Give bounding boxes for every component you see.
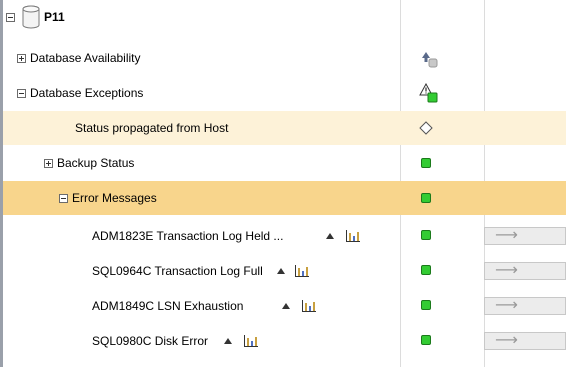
tree-row-label: ADM1849C LSN Exhaustion	[92, 299, 244, 313]
tree-row-backup-status[interactable]: Backup Status	[3, 146, 566, 180]
green-square-icon	[421, 335, 431, 345]
arrow-right-icon: ⟶	[495, 330, 518, 349]
dropdown-triangle-icon[interactable]	[326, 233, 334, 239]
tree-row-label: Error Messages	[72, 191, 157, 205]
bar-chart-icon[interactable]	[294, 264, 310, 278]
action-arrow-button[interactable]: ⟶	[484, 295, 566, 315]
dropdown-triangle-icon[interactable]	[277, 268, 285, 274]
warning-triangle-icon	[419, 83, 438, 103]
bar-chart-icon[interactable]	[345, 229, 361, 243]
tree-row-label: Database Exceptions	[30, 86, 144, 100]
tree-row-root[interactable]: P11	[3, 0, 566, 34]
green-square-icon	[421, 300, 431, 310]
green-square-icon	[421, 193, 431, 203]
tree-row-label: Status propagated from Host	[75, 121, 229, 135]
status-tree: P11 Database Availability Database Excep…	[0, 0, 566, 367]
tree-row-sql0964c[interactable]: SQL0964C Transaction Log Full ⟶	[3, 254, 566, 288]
green-square-icon	[421, 265, 431, 275]
collapse-toggle[interactable]	[17, 89, 26, 98]
bar-chart-icon[interactable]	[243, 334, 259, 348]
action-arrow-button[interactable]: ⟶	[484, 225, 566, 245]
bar-chart-icon[interactable]	[301, 299, 317, 313]
arrow-right-icon: ⟶	[495, 225, 518, 244]
tree-root-label: P11	[44, 10, 65, 24]
tree-row-error-messages[interactable]: Error Messages	[3, 181, 566, 215]
tree-row-adm1823e[interactable]: ADM1823E Transaction Log Held ... ⟶	[3, 219, 566, 253]
tree-row-adm1849c[interactable]: ADM1849C LSN Exhaustion ⟶	[3, 289, 566, 323]
tree-row-label: Database Availability	[30, 51, 141, 65]
tree-row-label: SQL0964C Transaction Log Full	[92, 264, 263, 278]
dropdown-triangle-icon[interactable]	[282, 303, 290, 309]
collapse-toggle[interactable]	[6, 13, 15, 22]
tree-row-database-exceptions[interactable]: Database Exceptions	[3, 76, 566, 110]
availability-arrow-icon	[422, 52, 438, 68]
arrow-right-icon: ⟶	[495, 295, 518, 314]
diamond-icon	[419, 121, 433, 135]
green-square-icon	[421, 230, 431, 240]
tree-row-label: SQL0980C Disk Error	[92, 334, 209, 348]
tree-row-label: Backup Status	[57, 156, 135, 170]
database-icon	[22, 5, 40, 29]
tree-row-database-availability[interactable]: Database Availability	[3, 41, 566, 75]
expand-toggle[interactable]	[44, 159, 53, 168]
expand-toggle[interactable]	[17, 54, 26, 63]
action-arrow-button[interactable]: ⟶	[484, 260, 566, 280]
tree-row-sql0980c[interactable]: SQL0980C Disk Error ⟶	[3, 324, 566, 358]
tree-row-label: ADM1823E Transaction Log Held ...	[92, 229, 284, 243]
tree-row-status-propagated[interactable]: Status propagated from Host	[3, 111, 566, 145]
dropdown-triangle-icon[interactable]	[224, 338, 232, 344]
arrow-right-icon: ⟶	[495, 260, 518, 279]
green-square-icon	[421, 158, 431, 168]
collapse-toggle[interactable]	[59, 194, 68, 203]
action-arrow-button[interactable]: ⟶	[484, 330, 566, 350]
